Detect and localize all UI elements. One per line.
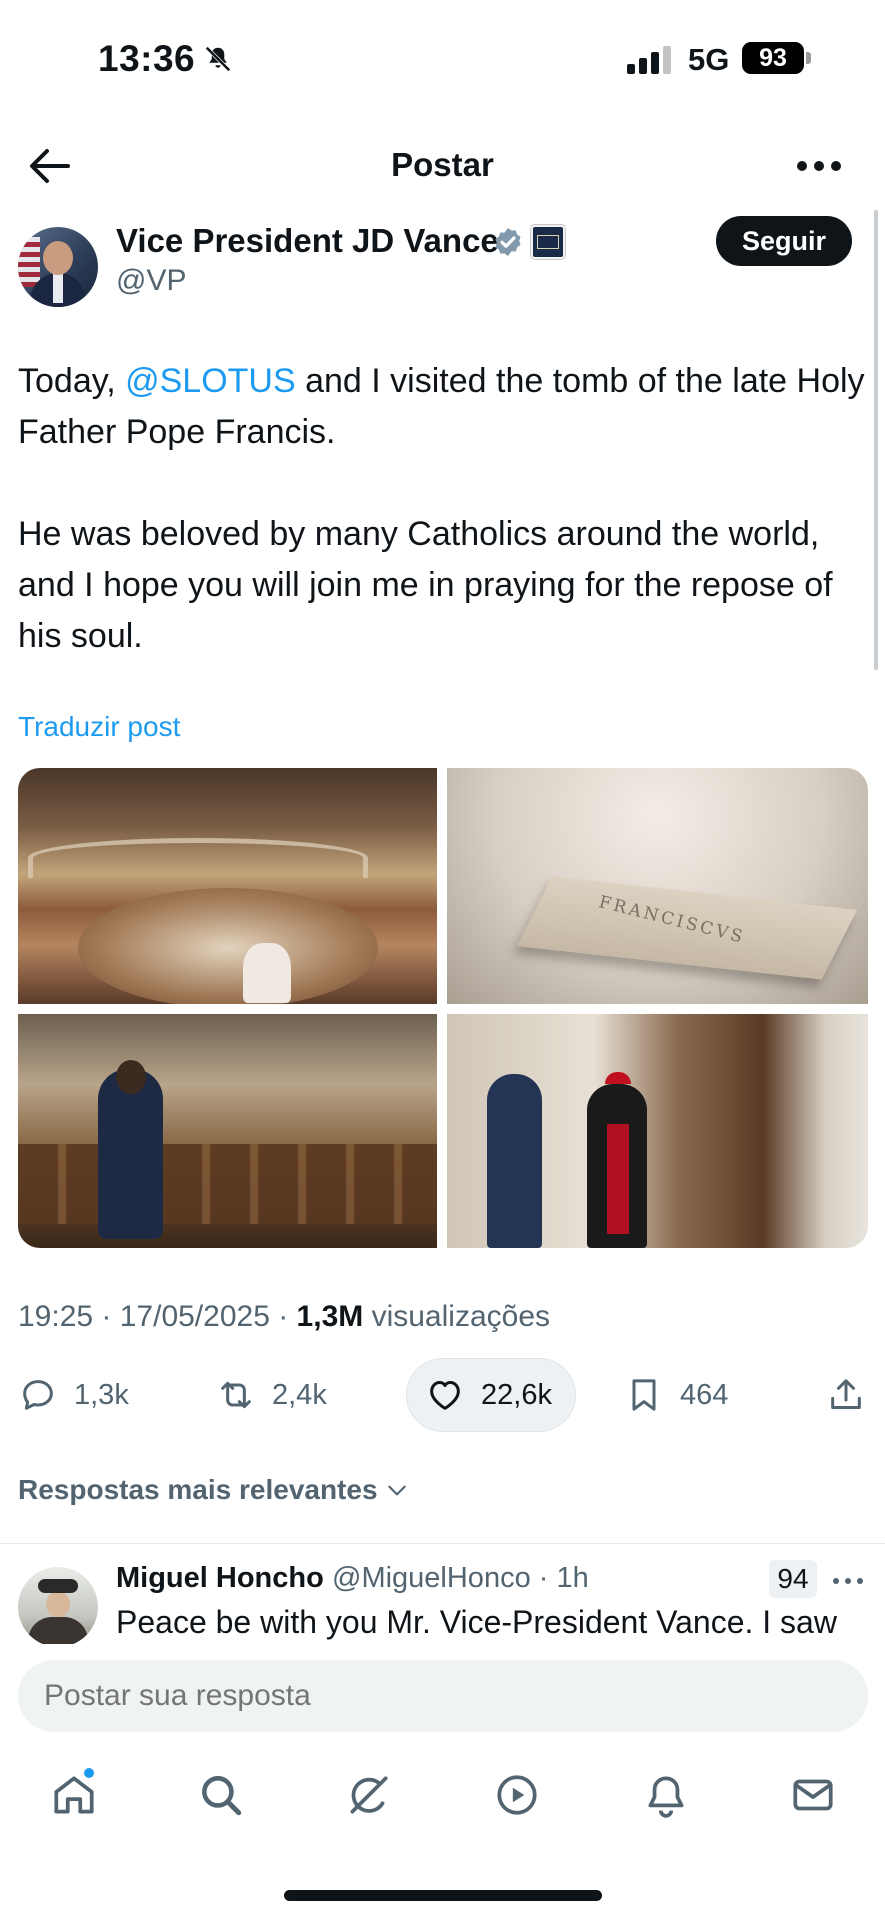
nav-home[interactable]: [49, 1770, 99, 1820]
bookmark-icon: [632, 1379, 656, 1411]
reply-avatar[interactable]: [18, 1567, 98, 1647]
heart-icon: [430, 1381, 460, 1410]
reply-text[interactable]: Peace be with you Mr. Vice-President Van…: [116, 1604, 837, 1641]
reply-author-name[interactable]: Miguel Honcho: [116, 1562, 324, 1595]
white-house-affiliation-icon: [530, 224, 566, 260]
battery-level: 93: [742, 42, 804, 74]
media-grid: FRANCISCVS: [18, 768, 868, 1248]
repost-icon: [221, 1381, 251, 1409]
reply-badge: 94: [769, 1560, 817, 1598]
reply-input[interactable]: [18, 1660, 868, 1732]
nav-notifications[interactable]: [641, 1770, 691, 1820]
reply-count: 1,3k: [74, 1378, 129, 1411]
translate-post-link[interactable]: Traduzir post: [18, 711, 180, 743]
author-name[interactable]: Vice President JD Vance: [116, 222, 499, 260]
bookmark-count: 464: [680, 1378, 729, 1411]
post-text-rest: and I visited the tomb of the late Holy …: [18, 362, 865, 655]
more-options-icon[interactable]: [796, 154, 842, 178]
home-indicator[interactable]: [284, 1890, 602, 1901]
battery-tip: [806, 52, 811, 64]
messages-icon: [793, 1779, 833, 1811]
views-label: visualizações: [363, 1300, 551, 1333]
post-meta: 19:25 · 17/05/2025 · 1,3M visualizações: [18, 1300, 550, 1334]
bottom-nav: [0, 1748, 885, 1850]
photo-basilica-crypt[interactable]: [18, 768, 437, 1004]
nav-video[interactable]: [492, 1770, 542, 1820]
network-type: 5G: [688, 42, 730, 77]
photo-walking[interactable]: [447, 1014, 868, 1248]
nav-messages[interactable]: [788, 1770, 838, 1820]
signal-icon: [627, 46, 671, 74]
scrollbar[interactable]: [874, 210, 878, 670]
action-bar: 1,3k 2,4k 22,6k 464: [0, 1358, 885, 1432]
status-time: 13:36: [98, 38, 196, 79]
home-icon: [54, 1776, 94, 1814]
post-text: Today, @SLOTUS and I visited the tomb of…: [18, 356, 868, 662]
notifications-icon: [648, 1776, 684, 1818]
views-count: 1,3M: [296, 1300, 364, 1333]
bell-muted-icon: [205, 46, 231, 72]
video-icon: [497, 1775, 537, 1815]
verified-badge-icon: [495, 228, 521, 256]
post-header: Postar: [0, 130, 885, 200]
reply-button[interactable]: 1,3k: [18, 1358, 129, 1432]
repost-button[interactable]: 2,4k: [216, 1358, 327, 1432]
photo-praying[interactable]: [18, 1014, 437, 1248]
like-button[interactable]: 22,6k: [406, 1358, 576, 1432]
divider: [0, 1543, 885, 1544]
follow-button[interactable]: Seguir: [716, 216, 852, 266]
nav-search[interactable]: [196, 1770, 246, 1820]
share-button[interactable]: [826, 1358, 866, 1432]
photo-tomb[interactable]: FRANCISCVS: [447, 768, 868, 1004]
reply-icon: [23, 1380, 53, 1410]
replies-sort-dropdown[interactable]: Respostas mais relevantes: [18, 1474, 410, 1506]
replies-sort-label: Respostas mais relevantes: [18, 1474, 378, 1505]
like-count: 22,6k: [481, 1378, 552, 1411]
mention-link[interactable]: @SLOTUS: [125, 362, 296, 400]
author-avatar[interactable]: [18, 227, 98, 307]
post-text-start: Today,: [18, 362, 126, 400]
reply-handle-time[interactable]: @MiguelHonco · 1h: [332, 1562, 589, 1595]
home-notification-dot: [84, 1768, 94, 1778]
page-title: Postar: [391, 146, 494, 183]
bookmark-button[interactable]: 464: [624, 1358, 728, 1432]
reply-more-icon[interactable]: [832, 1574, 864, 1588]
nav-grok[interactable]: [344, 1770, 394, 1820]
author-handle[interactable]: @VP: [116, 264, 186, 298]
post-timestamp: 19:25 · 17/05/2025 ·: [18, 1300, 297, 1333]
search-icon: [202, 1776, 242, 1816]
repost-count: 2,4k: [272, 1378, 327, 1411]
share-icon: [831, 1379, 861, 1409]
status-bar: 13:36 5G 93: [0, 0, 885, 120]
chevron-down-icon: [387, 1485, 406, 1496]
grok-icon: [350, 1776, 388, 1814]
